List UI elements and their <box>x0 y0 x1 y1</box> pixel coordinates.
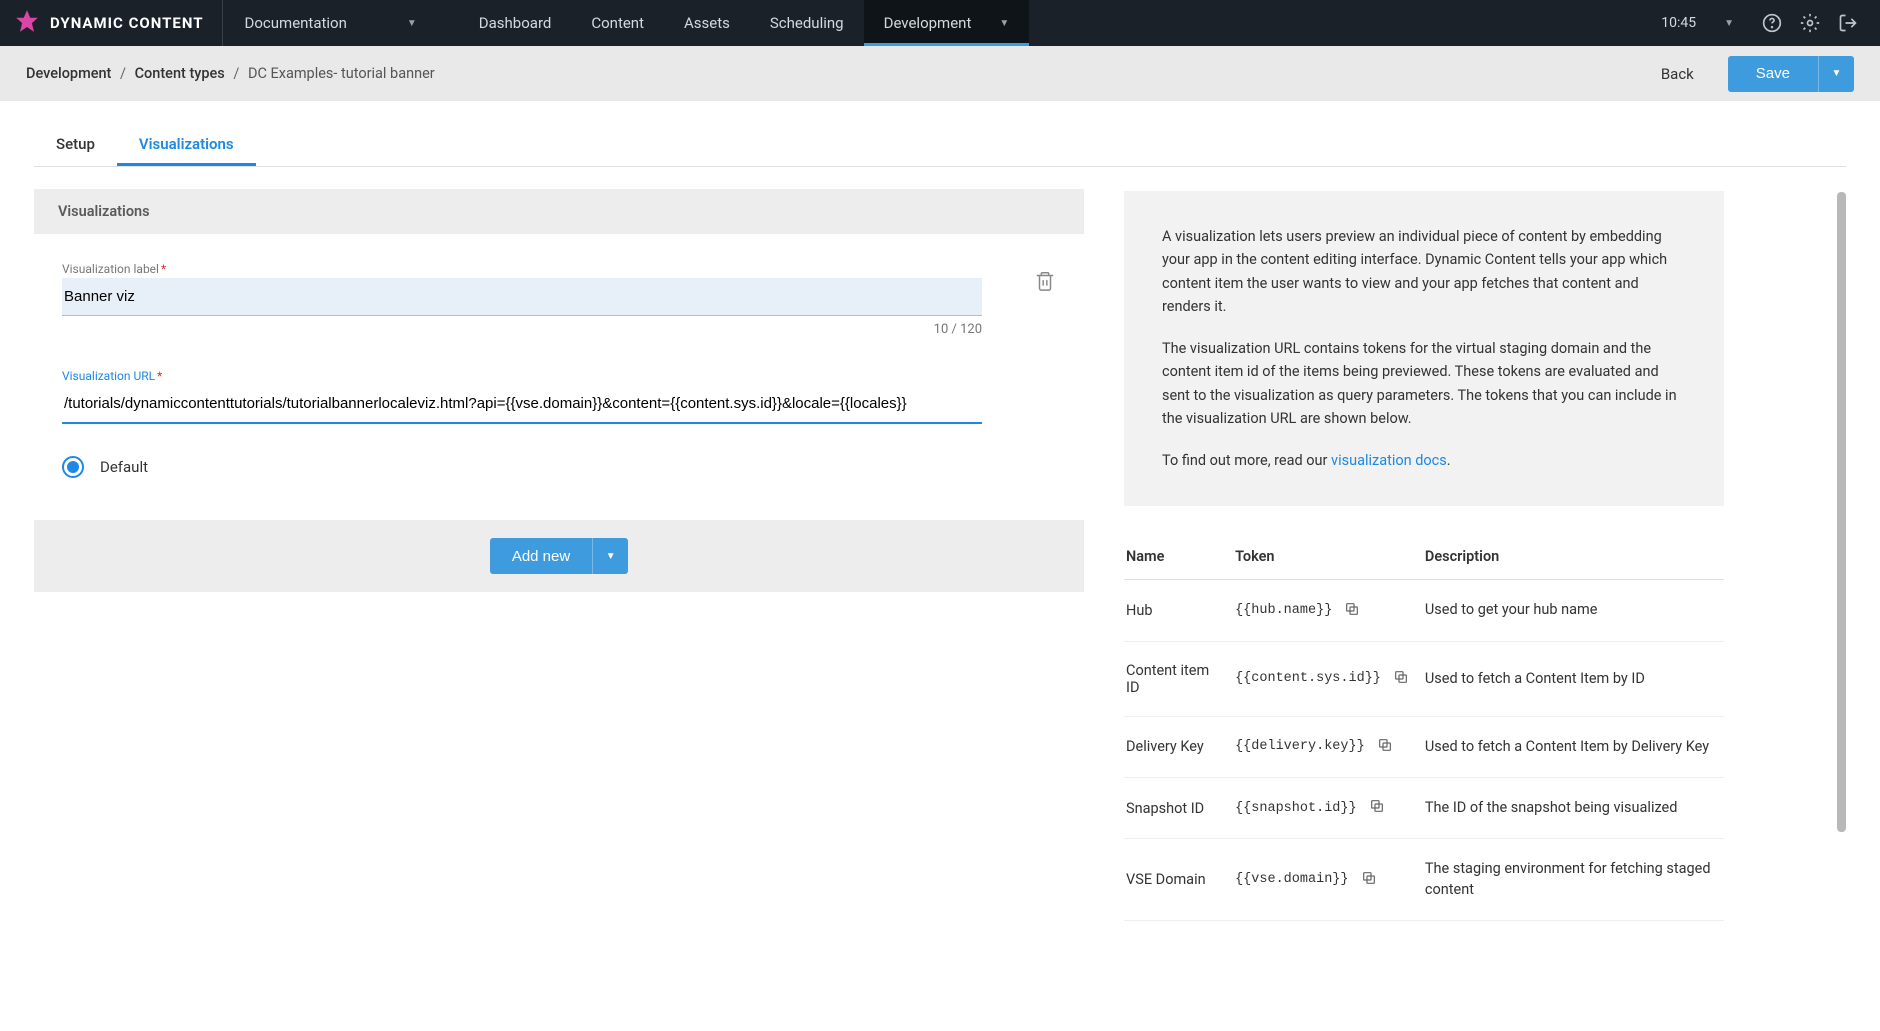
visualization-docs-link[interactable]: visualization docs <box>1331 452 1447 469</box>
copy-icon[interactable] <box>1344 601 1360 621</box>
logout-icon[interactable] <box>1836 11 1860 35</box>
copy-icon[interactable] <box>1377 737 1393 757</box>
token-name: Delivery Key <box>1124 716 1227 777</box>
add-footer: Add new ▼ <box>34 520 1084 592</box>
label-field-group: Visualization label* 10 / 120 <box>62 262 1056 337</box>
nav-tab-development[interactable]: Development ▼ <box>864 0 1030 46</box>
token-code: {{snapshot.id}} <box>1235 801 1357 816</box>
gear-icon[interactable] <box>1798 11 1822 35</box>
panel-header: Visualizations <box>34 189 1084 234</box>
brand-text: DYNAMIC CONTENT <box>50 14 204 32</box>
main-content: Visualizations Visualization label* 10 /… <box>0 167 1880 1031</box>
token-description: The staging environment for fetching sta… <box>1417 839 1724 921</box>
save-dropdown-button[interactable]: ▼ <box>1818 56 1854 92</box>
info-paragraph-3: To find out more, read our visualization… <box>1162 449 1686 472</box>
token-description: Used to fetch a Content Item by ID <box>1417 641 1724 716</box>
copy-icon[interactable] <box>1369 798 1385 818</box>
token-code: {{vse.domain}} <box>1235 872 1348 887</box>
right-column: A visualization lets users preview an in… <box>1124 189 1724 1031</box>
nav-right-group: 10:45 ▼ <box>1661 11 1880 35</box>
token-name: Content item ID <box>1124 641 1227 716</box>
copy-icon[interactable] <box>1393 669 1409 689</box>
caret-down-icon: ▼ <box>407 18 417 29</box>
brand-logo-group: DYNAMIC CONTENT <box>0 8 222 38</box>
visualization-url-label: Visualization URL* <box>62 369 1056 383</box>
breadcrumb-content-types[interactable]: Content types <box>135 65 225 82</box>
token-description: Used to fetch a Content Item by Delivery… <box>1417 716 1724 777</box>
tab-visualizations[interactable]: Visualizations <box>117 125 256 166</box>
help-icon[interactable] <box>1760 11 1784 35</box>
documentation-dropdown[interactable]: Documentation ▼ <box>223 14 439 32</box>
col-token-header: Token <box>1227 534 1417 580</box>
default-radio-row: Default <box>62 456 1056 478</box>
nav-tab-content[interactable]: Content <box>571 0 664 46</box>
nav-tab-assets[interactable]: Assets <box>664 0 750 46</box>
nav-tab-development-label: Development <box>884 14 972 32</box>
brand-logo-icon <box>14 8 40 38</box>
token-table: Name Token Description Hub {{hub.name}} … <box>1124 534 1724 920</box>
breadcrumb-development[interactable]: Development <box>26 65 111 82</box>
documentation-label: Documentation <box>245 14 347 32</box>
time-dropdown[interactable]: 10:45 ▼ <box>1661 15 1734 31</box>
token-code: {{hub.name}} <box>1235 603 1332 618</box>
breadcrumb: Development / Content types / DC Example… <box>26 65 435 82</box>
primary-nav-tabs: Dashboard Content Assets Scheduling Deve… <box>459 0 1029 46</box>
col-name-header: Name <box>1124 534 1227 580</box>
token-description: The ID of the snapshot being visualized <box>1417 777 1724 838</box>
table-row: Content item ID {{content.sys.id}} Used … <box>1124 641 1724 716</box>
add-new-dropdown-button[interactable]: ▼ <box>592 538 628 574</box>
caret-down-icon: ▼ <box>606 551 616 562</box>
left-column: Visualizations Visualization label* 10 /… <box>34 189 1084 1031</box>
token-name: VSE Domain <box>1124 839 1227 921</box>
delete-visualization-button[interactable] <box>1034 270 1056 296</box>
label-char-count: 10 / 120 <box>62 322 982 337</box>
breadcrumb-current: DC Examples- tutorial banner <box>248 65 435 82</box>
table-row: Delivery Key {{delivery.key}} Used to fe… <box>1124 716 1724 777</box>
copy-icon[interactable] <box>1361 870 1377 890</box>
default-radio[interactable] <box>62 456 84 478</box>
visualization-label-input[interactable] <box>62 278 982 316</box>
back-link[interactable]: Back <box>1661 65 1694 83</box>
caret-down-icon: ▼ <box>1724 18 1734 29</box>
url-field-group: Visualization URL* <box>62 369 1056 424</box>
token-name: Snapshot ID <box>1124 777 1227 838</box>
info-paragraph-1: A visualization lets users preview an in… <box>1162 225 1686 319</box>
caret-down-icon: ▼ <box>1832 68 1842 79</box>
info-paragraph-2: The visualization URL contains tokens fo… <box>1162 337 1686 431</box>
nav-tab-dashboard[interactable]: Dashboard <box>459 0 572 46</box>
page-tabs: Setup Visualizations <box>34 101 1846 167</box>
tab-setup[interactable]: Setup <box>34 125 117 166</box>
save-button-group: Save ▼ <box>1728 56 1854 92</box>
add-new-button[interactable]: Add new <box>490 538 592 574</box>
visualization-card: Visualization label* 10 / 120 Visualizat… <box>34 234 1084 502</box>
caret-down-icon: ▼ <box>999 18 1009 29</box>
token-description: Used to get your hub name <box>1417 580 1724 641</box>
info-box: A visualization lets users preview an in… <box>1124 191 1724 506</box>
token-code: {{content.sys.id}} <box>1235 671 1381 686</box>
visualization-label-label: Visualization label* <box>62 262 1056 276</box>
scrollbar-thumb[interactable] <box>1837 192 1846 832</box>
subheader: Development / Content types / DC Example… <box>0 46 1880 101</box>
save-button[interactable]: Save <box>1728 56 1818 92</box>
add-button-group: Add new ▼ <box>490 538 628 574</box>
visualization-url-input[interactable] <box>62 385 982 424</box>
token-code: {{delivery.key}} <box>1235 739 1365 754</box>
top-navbar: DYNAMIC CONTENT Documentation ▼ Dashboar… <box>0 0 1880 46</box>
time-value: 10:45 <box>1661 15 1696 31</box>
nav-tab-scheduling[interactable]: Scheduling <box>750 0 864 46</box>
table-row: Hub {{hub.name}} Used to get your hub na… <box>1124 580 1724 641</box>
radio-checked-icon <box>67 461 79 473</box>
table-row: Snapshot ID {{snapshot.id}} The ID of th… <box>1124 777 1724 838</box>
table-row: VSE Domain {{vse.domain}} The staging en… <box>1124 839 1724 921</box>
default-radio-label: Default <box>100 458 148 476</box>
token-name: Hub <box>1124 580 1227 641</box>
col-description-header: Description <box>1417 534 1724 580</box>
